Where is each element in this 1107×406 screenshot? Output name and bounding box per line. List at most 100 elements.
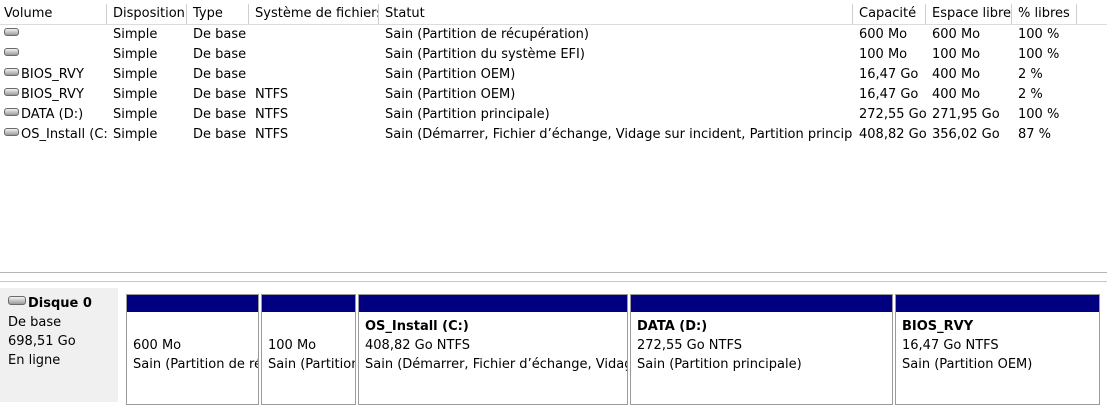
partition-bar — [631, 295, 892, 312]
volume-type: De base — [193, 67, 247, 82]
volume-percent-free: 87 % — [1018, 127, 1052, 142]
partition-title: DATA (D:) — [637, 319, 708, 334]
drive-icon — [4, 67, 19, 76]
column-file-system[interactable]: Système de fichiers — [249, 4, 379, 24]
column-free-space[interactable]: Espace libre — [926, 4, 1012, 24]
partition-os-install[interactable]: OS_Install (C:) 408,82 Go NTFS Sain (Dém… — [358, 294, 628, 405]
drive-icon — [4, 47, 19, 56]
volume-percent-free: 2 % — [1018, 67, 1043, 82]
volume-disposition: Simple — [113, 47, 158, 62]
volume-capacity: 408,82 Go — [859, 127, 926, 142]
volume-row[interactable]: Simple De base Sain (Partition de récupé… — [0, 25, 1107, 45]
volume-free-space: 271,95 Go — [932, 107, 1000, 122]
column-percent-free[interactable]: % libres — [1012, 4, 1077, 24]
volume-capacity: 16,47 Go — [859, 87, 919, 102]
disk-state: En ligne — [8, 353, 61, 368]
volume-percent-free: 100 % — [1018, 27, 1060, 42]
partition-efi[interactable]: 100 Mo Sain (Partition du système EFI) — [261, 294, 356, 405]
column-volume[interactable]: Volume — [0, 4, 107, 24]
volume-file-system: NTFS — [255, 107, 289, 122]
partition-bar — [896, 295, 1099, 312]
disk-label[interactable]: Disque 0 De base 698,51 Go En ligne — [0, 288, 118, 402]
volume-row[interactable]: DATA (D:) Simple De base NTFS Sain (Part… — [0, 105, 1107, 125]
drive-icon — [4, 27, 19, 36]
volume-name: BIOS_RVY — [21, 67, 84, 82]
volume-capacity: 600 Mo — [859, 27, 908, 42]
partition-title — [268, 317, 351, 336]
partition-bar — [127, 295, 258, 312]
volume-disposition: Simple — [113, 127, 158, 142]
partition-size: 16,47 Go NTFS — [902, 338, 999, 353]
partition-size: 600 Mo — [133, 338, 182, 353]
volume-disposition: Simple — [113, 27, 158, 42]
volume-type: De base — [193, 107, 247, 122]
volume-free-space: 400 Mo — [932, 67, 981, 82]
disk-size: 698,51 Go — [8, 334, 76, 349]
volume-file-system — [249, 45, 379, 65]
drive-icon — [4, 127, 19, 136]
disk-map: Disque 0 De base 698,51 Go En ligne 600 … — [0, 281, 1107, 406]
volume-row[interactable]: OS_Install (C:) Simple De base NTFS Sain… — [0, 125, 1107, 145]
volume-free-space: 356,02 Go — [932, 127, 1000, 142]
volume-name: OS_Install (C:) — [21, 127, 107, 142]
volume-type: De base — [193, 87, 247, 102]
volume-status: Sain (Partition OEM) — [385, 87, 516, 102]
volume-status: Sain (Démarrer, Fichier d’échange, Vidag… — [385, 127, 853, 142]
partition-title — [133, 317, 254, 336]
partition-title: OS_Install (C:) — [365, 319, 469, 334]
volume-percent-free: 100 % — [1018, 47, 1060, 62]
volume-free-space: 600 Mo — [932, 27, 981, 42]
volume-row[interactable]: BIOS_RVY Simple De base NTFS Sain (Parti… — [0, 85, 1107, 105]
volume-percent-free: 2 % — [1018, 87, 1043, 102]
volume-type: De base — [193, 27, 247, 42]
volume-file-system — [249, 65, 379, 85]
volume-disposition: Simple — [113, 87, 158, 102]
partition-title: BIOS_RVY — [902, 319, 974, 334]
volume-file-system: NTFS — [255, 87, 289, 102]
partition-status: Sain (Démarrer, Fichier d’échange, Vidag… — [365, 357, 627, 372]
column-header: Volume Disposition Type Système de fichi… — [0, 4, 1107, 25]
partition-recovery[interactable]: 600 Mo Sain (Partition de récupération) — [126, 294, 259, 405]
partition-bar — [262, 295, 355, 312]
volume-name: BIOS_RVY — [21, 87, 84, 102]
volume-type: De base — [193, 127, 247, 142]
partition-status: Sain (Partition du système EFI) — [268, 357, 355, 372]
volume-type: De base — [193, 47, 247, 62]
volume-disposition: Simple — [113, 107, 158, 122]
column-type[interactable]: Type — [187, 4, 249, 24]
drive-icon — [4, 107, 19, 116]
volume-name: DATA (D:) — [21, 107, 84, 122]
volume-status: Sain (Partition de récupération) — [385, 27, 589, 42]
disk-drive-icon — [8, 296, 26, 305]
partition-bios-rvy[interactable]: BIOS_RVY 16,47 Go NTFS Sain (Partition O… — [895, 294, 1100, 405]
volume-free-space: 400 Mo — [932, 87, 981, 102]
partition-size: 408,82 Go NTFS — [365, 338, 470, 353]
volume-status: Sain (Partition principale) — [385, 107, 550, 122]
partition-status: Sain (Partition OEM) — [902, 357, 1033, 372]
volume-capacity: 16,47 Go — [859, 67, 919, 82]
volume-file-system: NTFS — [255, 127, 289, 142]
drive-icon — [4, 87, 19, 96]
volume-row[interactable]: BIOS_RVY Simple De base Sain (Partition … — [0, 65, 1107, 85]
volume-row[interactable]: Simple De base Sain (Partition du systèm… — [0, 45, 1107, 65]
volume-list[interactable]: Volume Disposition Type Système de fichi… — [0, 0, 1107, 273]
volume-file-system — [249, 25, 379, 45]
volume-free-space: 100 Mo — [932, 47, 981, 62]
disk-type: De base — [8, 315, 62, 330]
partition-data[interactable]: DATA (D:) 272,55 Go NTFS Sain (Partition… — [630, 294, 893, 405]
column-capacity[interactable]: Capacité — [853, 4, 926, 24]
volume-capacity: 272,55 Go — [859, 107, 926, 122]
column-disposition[interactable]: Disposition — [107, 4, 187, 24]
volume-status: Sain (Partition OEM) — [385, 67, 516, 82]
partition-status: Sain (Partition de récupération) — [133, 357, 258, 372]
disk-name: Disque 0 — [28, 296, 92, 311]
volume-percent-free: 100 % — [1018, 107, 1060, 122]
volume-capacity: 100 Mo — [859, 47, 908, 62]
partition-size: 272,55 Go NTFS — [637, 338, 742, 353]
partition-status: Sain (Partition principale) — [637, 357, 802, 372]
partition-bar — [359, 295, 627, 312]
partition-size: 100 Mo — [268, 338, 317, 353]
volume-status: Sain (Partition du système EFI) — [385, 47, 585, 62]
volume-disposition: Simple — [113, 67, 158, 82]
column-status[interactable]: Statut — [379, 4, 853, 24]
